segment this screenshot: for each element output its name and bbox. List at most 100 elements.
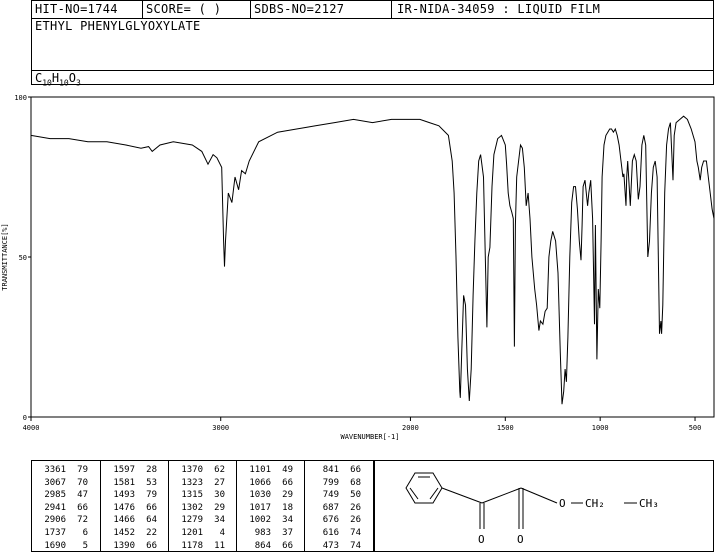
ester-oxygen: O: [559, 497, 566, 510]
peak-transmittance: 4: [219, 527, 225, 538]
x-tick-label: 1000: [592, 424, 609, 432]
methylene-group: CH₂: [585, 497, 605, 510]
peak-transmittance: 26: [350, 502, 361, 513]
peak-wavenumber: 1178: [181, 540, 203, 551]
peak-row: 841 66: [305, 464, 361, 477]
ir-spectrum-chart: 4000 3000 2000 1500 1000 500 0 50 100 WAVENUMBER…: [1, 94, 715, 441]
peak-wavenumber: 1466: [113, 515, 135, 526]
peak-row: 2941 66: [32, 502, 88, 515]
peak-wavenumber: 1201: [181, 527, 203, 538]
peak-row: 473 74: [305, 540, 361, 553]
peak-wavenumber: 1101: [249, 465, 271, 475]
peak-row: 1581 53: [101, 477, 157, 490]
peak-row: 1017 18: [237, 502, 293, 515]
peak-transmittance: 34: [282, 515, 293, 526]
peak-transmittance: 79: [146, 490, 157, 501]
peak-row: 864 66: [237, 540, 293, 553]
peak-row: 1370 62: [169, 464, 225, 477]
x-axis-label: WAVENUMBER[-1]: [340, 433, 399, 441]
peak-transmittance: 53: [146, 477, 157, 488]
peak-wavenumber: 1370: [181, 465, 203, 475]
peak-wavenumber: 749: [322, 490, 339, 501]
peak-wavenumber: 1302: [181, 502, 203, 513]
peak-wavenumber: 1493: [113, 490, 135, 501]
peak-transmittance: 47: [77, 490, 88, 501]
peak-row: 3067 70: [32, 477, 88, 490]
peak-wavenumber: 3067: [44, 477, 66, 488]
peak-transmittance: 28: [146, 465, 157, 475]
x-tick-label: 3000: [212, 424, 229, 432]
peak-wavenumber: 1315: [181, 490, 203, 501]
peak-wavenumber: 1002: [249, 515, 271, 526]
peak-wavenumber: 841: [322, 465, 339, 475]
peak-row: 1737 6: [32, 527, 88, 540]
peak-transmittance: 68: [350, 477, 361, 488]
peak-column: 1101 49 1066 66 1030 29 1017 18 1002 34 983 37 864 66: [236, 461, 293, 551]
peak-column: 1597 28 1581 53 1493 79 1476 66 1466 64 1452 22 1390…: [100, 461, 157, 551]
peak-transmittance: 79: [77, 465, 88, 475]
peak-transmittance: 70: [77, 477, 88, 488]
peak-row: 687 26: [305, 502, 361, 515]
structure-panel: O O O CH₂ CH₃: [374, 460, 714, 552]
peak-transmittance: 74: [350, 540, 361, 551]
peak-wavenumber: 473: [322, 540, 339, 551]
x-tick-label: 1500: [497, 424, 514, 432]
peak-transmittance: 5: [82, 540, 88, 551]
peak-transmittance: 66: [77, 502, 88, 513]
peak-row: 1466 64: [101, 514, 157, 527]
peak-row: 1178 11: [169, 540, 225, 553]
peak-wavenumber: 983: [254, 527, 271, 538]
peak-transmittance: 74: [350, 527, 361, 538]
peak-transmittance: 30: [214, 490, 225, 501]
peak-wavenumber: 864: [254, 540, 271, 551]
peak-row: 616 74: [305, 527, 361, 540]
peak-transmittance: 66: [282, 477, 293, 488]
peak-wavenumber: 1452: [113, 527, 135, 538]
peak-wavenumber: 1323: [181, 477, 203, 488]
carbonyl-oxygen: O: [517, 533, 524, 546]
peak-transmittance: 29: [214, 502, 225, 513]
peak-column: 841 66 799 68 749 50 687 26 676 26 616 74 473 74: [304, 461, 361, 551]
peak-row: 1452 22: [101, 527, 157, 540]
peak-row: 1493 79: [101, 489, 157, 502]
x-tick-label: 500: [689, 424, 702, 432]
x-tick-label: 4000: [23, 424, 40, 432]
peak-row: 1597 28: [101, 464, 157, 477]
peak-transmittance: 11: [214, 540, 225, 551]
peak-transmittance: 64: [146, 515, 157, 526]
peak-transmittance: 66: [282, 540, 293, 551]
peak-transmittance: 22: [146, 527, 157, 538]
methyl-group: CH₃: [639, 497, 659, 510]
peak-row: 2985 47: [32, 489, 88, 502]
peak-wavenumber: 1030: [249, 490, 271, 501]
peak-wavenumber: 687: [322, 502, 339, 513]
peak-row: 1476 66: [101, 502, 157, 515]
y-tick-label: 100: [14, 94, 27, 102]
peak-wavenumber: 1390: [113, 540, 135, 551]
carbon-chain: [441, 487, 637, 529]
benzene-ring: [405, 472, 443, 504]
peak-wavenumber: 2941: [44, 502, 66, 513]
peak-wavenumber: 1279: [181, 515, 203, 526]
plot-frame: [30, 96, 715, 418]
peak-transmittance: 66: [146, 502, 157, 513]
peak-wavenumber: 799: [322, 477, 339, 488]
peak-transmittance: 27: [214, 477, 225, 488]
peak-row: 983 37: [237, 527, 293, 540]
peak-row: 2906 72: [32, 514, 88, 527]
peak-row: 1201 4: [169, 527, 225, 540]
peak-row: 1315 30: [169, 489, 225, 502]
peak-transmittance: 29: [282, 490, 293, 501]
peak-transmittance: 62: [214, 465, 225, 475]
spectrum-line: [30, 115, 715, 405]
peak-transmittance: 18: [282, 502, 293, 513]
peak-column: 1370 62 1323 27 1315 30 1302 29 1279 34 1201 4 1178 1…: [168, 461, 225, 551]
peak-transmittance: 49: [282, 465, 293, 475]
peak-column: 3361 79 3067 70 2985 47 2941 66 2906 72 1737 6 1690 5: [32, 461, 88, 551]
x-tick-label: 2000: [402, 424, 419, 432]
peak-transmittance: 34: [214, 515, 225, 526]
peak-wavenumber: 1581: [113, 477, 135, 488]
peak-row: 1066 66: [237, 477, 293, 490]
peak-row: 1690 5: [32, 540, 88, 553]
peak-transmittance: 66: [146, 540, 157, 551]
